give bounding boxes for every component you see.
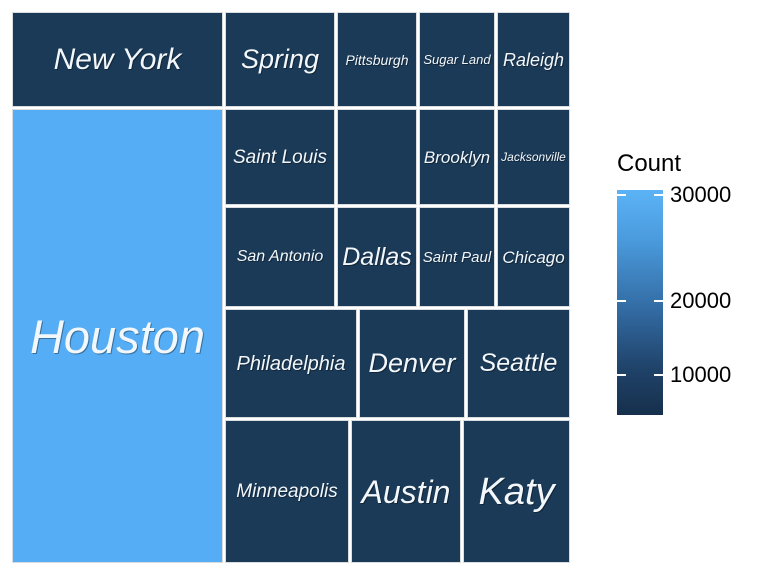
treemap-tile[interactable]: Sugar Land bbox=[419, 12, 495, 107]
treemap-tile-label: Raleigh bbox=[502, 49, 565, 70]
treemap-tile[interactable]: Denver bbox=[359, 309, 465, 418]
treemap-tile-label: Sugar Land bbox=[423, 52, 491, 67]
treemap-tile-label: Seattle bbox=[479, 349, 558, 377]
treemap-plot: New York Spring Pittsburgh Sugar Land Raleig… bbox=[12, 12, 570, 563]
treemap-tile-label: Saint Louis bbox=[232, 146, 327, 168]
treemap-tile[interactable]: Jacksonville bbox=[497, 109, 570, 205]
treemap-tile-label: Philadelphia bbox=[236, 352, 346, 375]
legend-tick-mark bbox=[654, 374, 663, 376]
legend-tick-mark bbox=[617, 300, 626, 302]
color-legend: Count 30000 20000 10000 bbox=[600, 150, 760, 430]
legend-tick-mark bbox=[617, 194, 626, 196]
treemap-tile-label: Houston bbox=[29, 309, 206, 363]
treemap-tile-label: New York bbox=[53, 42, 182, 76]
treemap-tile-label: Dallas bbox=[342, 242, 412, 271]
treemap-tile[interactable]: Pittsburgh bbox=[337, 12, 417, 107]
treemap-tile-label: Spring bbox=[240, 44, 320, 74]
treemap-tile[interactable]: Houston bbox=[12, 109, 223, 563]
treemap-tile-label: Pittsburgh bbox=[345, 51, 409, 68]
colorbar-gradient bbox=[617, 190, 663, 415]
treemap-tile-label: Saint Paul bbox=[422, 248, 492, 266]
legend-tick-label: 10000 bbox=[670, 362, 732, 387]
treemap-tile[interactable]: Raleigh bbox=[497, 12, 570, 107]
treemap-tile[interactable]: San Antonio bbox=[225, 207, 335, 307]
treemap-tile-label: Brooklyn bbox=[423, 147, 491, 167]
treemap-tile[interactable]: New York bbox=[12, 12, 223, 107]
treemap-tile-label: Austin bbox=[361, 473, 451, 510]
treemap-tile[interactable]: Minneapolis bbox=[225, 420, 349, 563]
legend-tick-label: 20000 bbox=[670, 288, 732, 313]
treemap-tile-label: Denver bbox=[368, 348, 456, 378]
treemap-tile[interactable]: Chicago bbox=[497, 207, 570, 307]
treemap-tile-label: San Antonio bbox=[236, 248, 324, 265]
treemap-tile[interactable]: Philadelphia bbox=[225, 309, 357, 418]
treemap-tile[interactable]: Brooklyn bbox=[419, 109, 495, 205]
treemap-tile-label: Chicago bbox=[502, 247, 565, 267]
legend-tick-label: 30000 bbox=[670, 182, 732, 207]
legend-tick-mark bbox=[617, 374, 626, 376]
treemap-tile[interactable]: Spring bbox=[225, 12, 335, 107]
treemap-tile-label: Minneapolis bbox=[236, 481, 338, 502]
legend-tick-mark bbox=[654, 300, 663, 302]
treemap-tile-label: Katy bbox=[478, 470, 555, 513]
chart-canvas: New York Spring Pittsburgh Sugar Land Raleig… bbox=[0, 0, 768, 576]
treemap-tile[interactable] bbox=[337, 109, 417, 205]
legend-tick-mark bbox=[654, 194, 663, 196]
treemap-tile[interactable]: Saint Louis bbox=[225, 109, 335, 205]
legend-title: Count bbox=[617, 150, 682, 177]
treemap-tile-label: Jacksonville bbox=[501, 150, 566, 164]
treemap-tile[interactable]: Austin bbox=[351, 420, 461, 563]
treemap-tile[interactable]: Saint Paul bbox=[419, 207, 495, 307]
treemap-tile[interactable]: Katy bbox=[463, 420, 570, 563]
treemap-tile[interactable]: Seattle bbox=[467, 309, 570, 418]
treemap-tile[interactable]: Dallas bbox=[337, 207, 417, 307]
